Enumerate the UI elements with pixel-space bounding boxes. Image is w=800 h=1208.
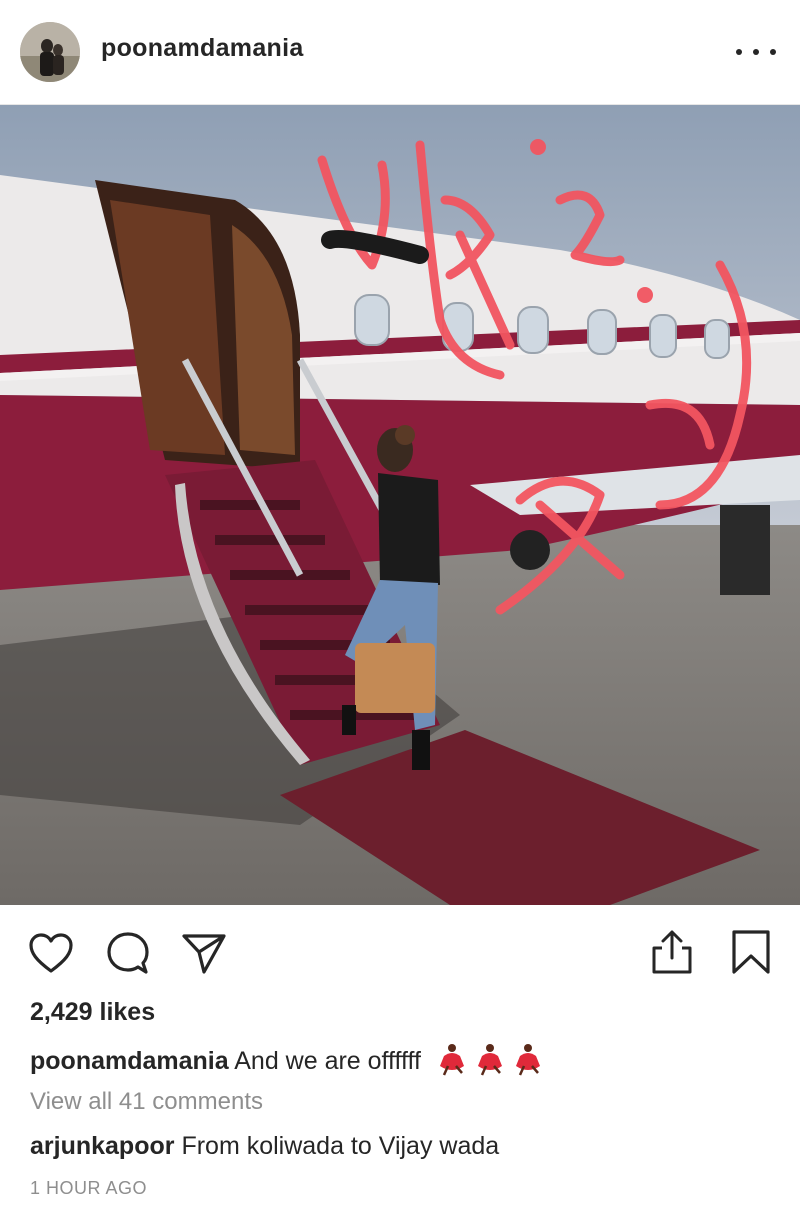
comment-username[interactable]: arjunkapoor: [30, 1132, 174, 1160]
post-photo[interactable]: [0, 105, 800, 905]
comment: arjunkapoor From koliwada to Vijay wada: [30, 1132, 499, 1161]
bookmark-icon[interactable]: [730, 928, 772, 981]
caption-username[interactable]: poonamdamania: [30, 1047, 229, 1075]
dot: [770, 49, 776, 55]
dot: [736, 49, 742, 55]
post-username[interactable]: poonamdamania: [101, 34, 304, 63]
avatar[interactable]: [20, 22, 80, 82]
comment-text: From koliwada to Vijay wada: [181, 1132, 500, 1160]
heart-icon[interactable]: [28, 932, 74, 979]
caption: poonamdamania And we are offffff: [30, 1042, 546, 1083]
avatar-image: [20, 22, 80, 82]
post-photo-image: [0, 105, 800, 905]
comment-icon[interactable]: [104, 930, 152, 981]
more-options-icon[interactable]: [736, 38, 776, 66]
dancer-emoji-icon: [434, 1042, 546, 1083]
post-header: poonamdamania: [0, 0, 800, 105]
post-timestamp: 1 HOUR AGO: [30, 1178, 148, 1198]
view-all-comments-link[interactable]: View all 41 comments: [30, 1088, 263, 1116]
dot: [753, 49, 759, 55]
likes-count[interactable]: 2,429 likes: [30, 998, 155, 1027]
caption-text: And we are offffff: [234, 1047, 421, 1076]
action-bar: [0, 906, 800, 996]
send-icon[interactable]: [180, 930, 228, 981]
share-upload-icon[interactable]: [650, 928, 694, 981]
